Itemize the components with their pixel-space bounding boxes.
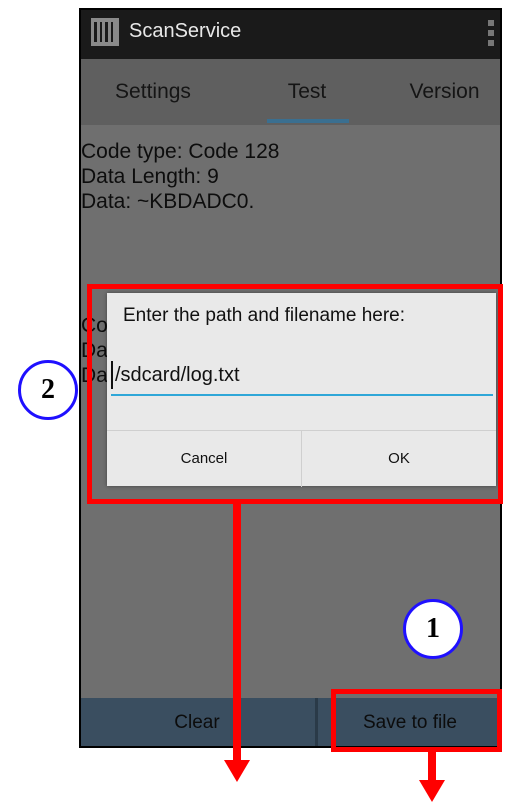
tab-settings[interactable]: Settings: [79, 59, 227, 125]
code-type-line: Code type: Code 128: [81, 140, 280, 163]
data-line: Data: ~KBDADC0.: [81, 190, 255, 213]
save-button-highlight-box: [331, 689, 502, 752]
overflow-menu-icon[interactable]: [488, 20, 494, 46]
tab-test[interactable]: Test: [227, 59, 387, 125]
save-arrow-head-icon: [419, 780, 445, 802]
barcode-icon: [91, 18, 119, 46]
dialog-highlight-box: [87, 284, 503, 504]
tab-indicator: [267, 119, 349, 123]
title-bar: ScanService: [79, 8, 502, 59]
dialog-arrow-head-icon: [224, 760, 250, 782]
save-arrow-shaft: [428, 752, 436, 782]
app-title: ScanService: [129, 20, 242, 42]
data-length-line: Data Length: 9: [81, 165, 219, 188]
callout-one: 1: [403, 599, 463, 659]
callout-two: 2: [18, 360, 78, 420]
clear-button[interactable]: Clear: [79, 698, 315, 748]
tab-bar: Settings Test Version: [79, 59, 502, 125]
dialog-arrow-shaft: [233, 504, 241, 762]
tab-version[interactable]: Version: [387, 59, 502, 125]
